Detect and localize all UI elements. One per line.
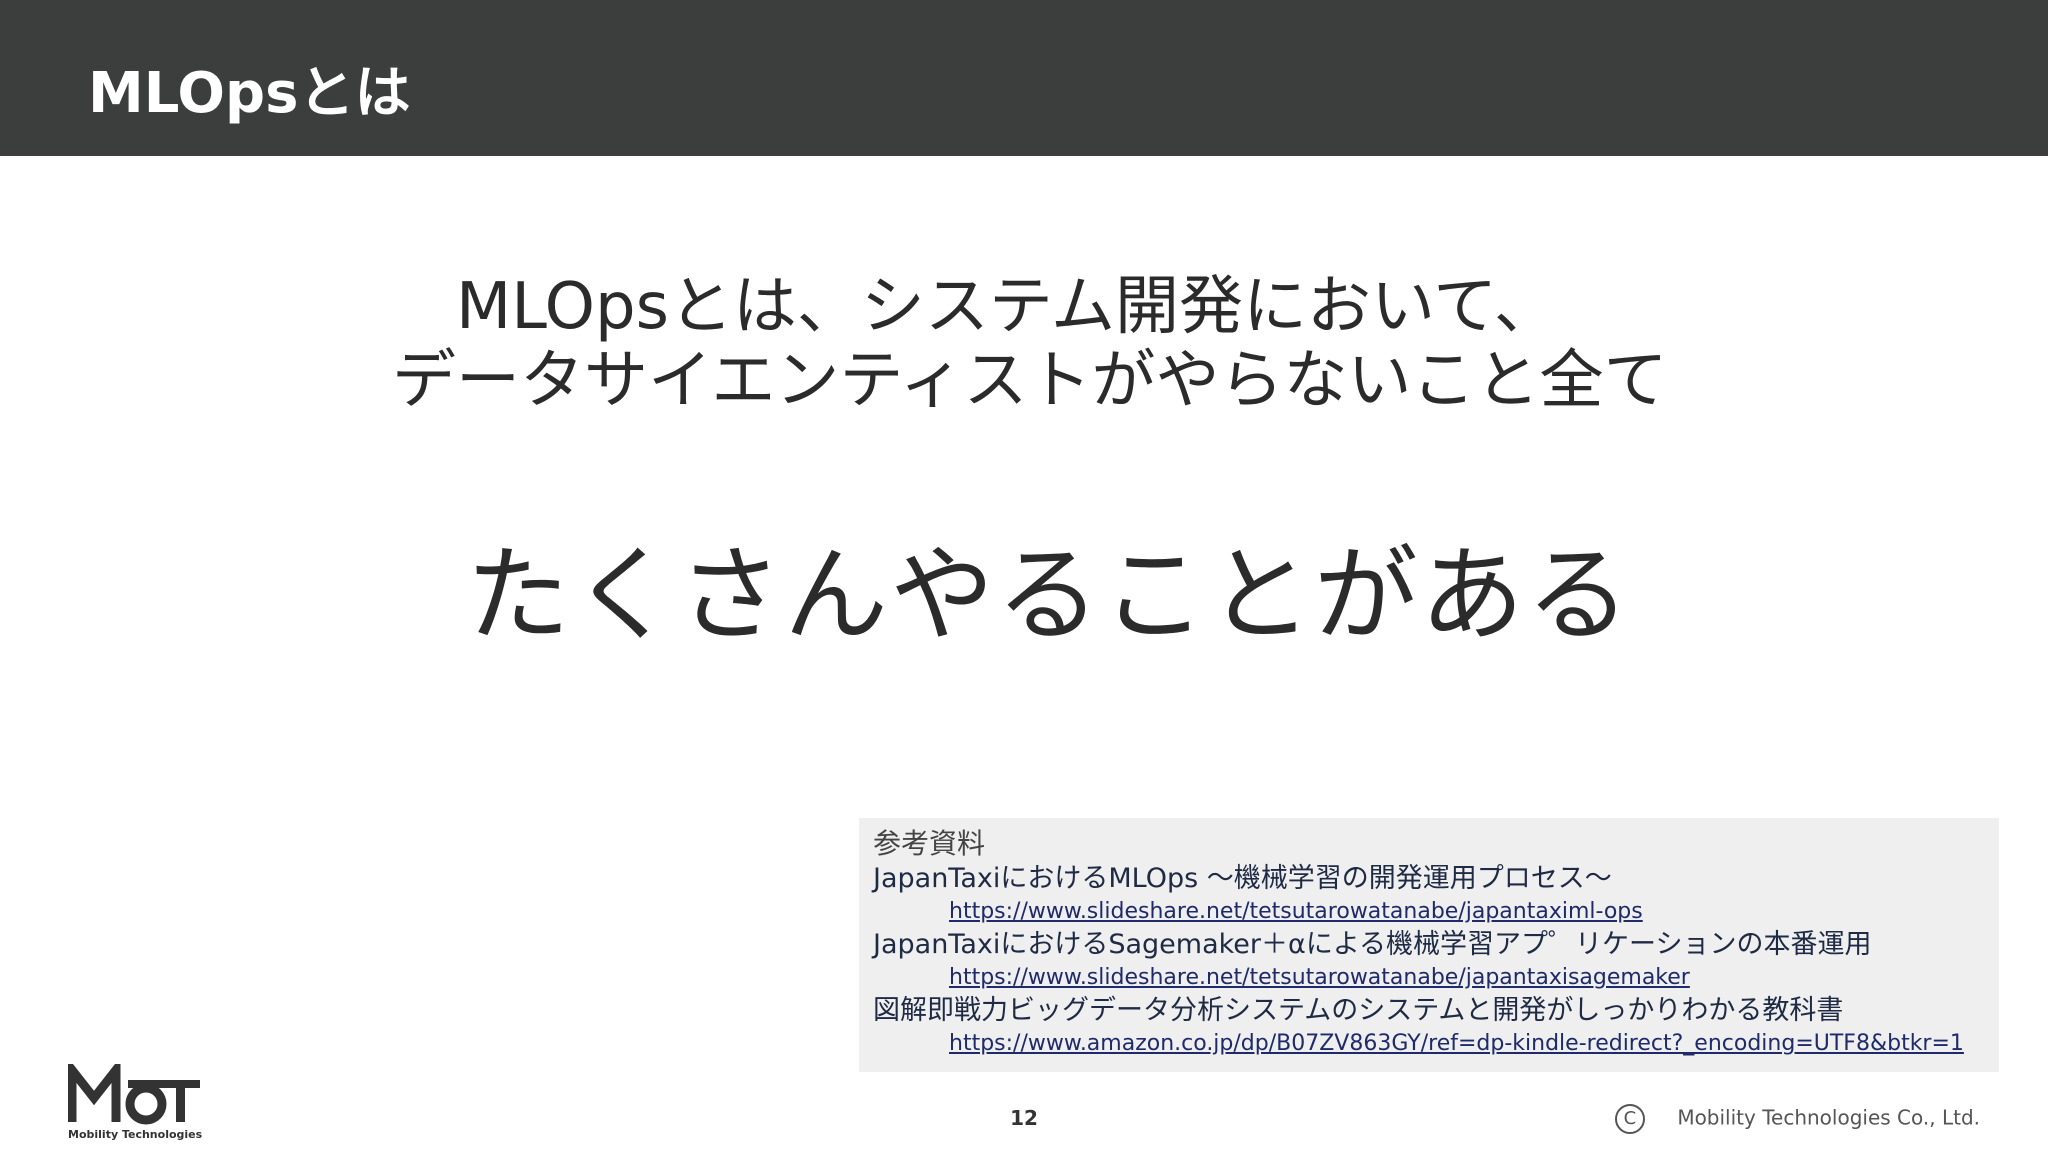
definition-line-1: MLOpsとは、システム開発において、: [456, 270, 1558, 344]
definition-text: MLOpsとは、システム開発において、 データサイエンティストがやらないこと全て: [0, 270, 2048, 418]
logo-label: Mobility Technologies: [68, 1128, 203, 1141]
reference-item: JapanTaxiにおけるMLOps 〜機械学習の開発運用プロセス〜 https…: [873, 862, 1985, 928]
page-number: 12: [1010, 1106, 1038, 1130]
reference-item: JapanTaxiにおけるSagemaker＋αによる機械学習アプ゜リケーション…: [873, 928, 1985, 994]
copyright-icon: C: [1614, 1104, 1645, 1134]
references-heading: 参考資料: [873, 827, 986, 860]
reference-title: JapanTaxiにおけるSagemaker＋αによる機械学習アプ゜リケーション…: [873, 929, 1872, 960]
key-message: たくさんやることがある: [466, 534, 1633, 656]
company-logo: Mobility Technologies: [67, 1056, 204, 1144]
reference-title: JapanTaxiにおけるMLOps 〜機械学習の開発運用プロセス〜: [873, 863, 1612, 894]
copyright-text: Mobility Technologies Co., Ltd.: [1677, 1105, 1980, 1130]
reference-link[interactable]: https://www.slideshare.net/tetsutarowata…: [873, 896, 1985, 928]
reference-link[interactable]: https://www.amazon.co.jp/dp/B07ZV863GY/r…: [873, 1028, 1985, 1060]
mot-logo-mark: [67, 1056, 200, 1125]
reference-item: 図解即戦力ビッグデータ分析システムのシステムと開発がしっかりわかる教科書 htt…: [873, 994, 1985, 1060]
slide-header: MLOpsとは: [0, 0, 2048, 156]
reference-title: 図解即戦力ビッグデータ分析システムのシステムと開発がしっかりわかる教科書: [873, 995, 1844, 1026]
reference-link[interactable]: https://www.slideshare.net/tetsutarowata…: [873, 962, 1985, 994]
definition-line-2: データサイエンティストがやらないこと全て: [392, 344, 1668, 418]
references-box: 参考資料 JapanTaxiにおけるMLOps 〜機械学習の開発運用プロセス〜 …: [859, 818, 1999, 1072]
copyright: C Mobility Technologies Co., Ltd.: [1614, 1104, 1980, 1134]
slide-title: MLOpsとは: [88, 61, 411, 126]
